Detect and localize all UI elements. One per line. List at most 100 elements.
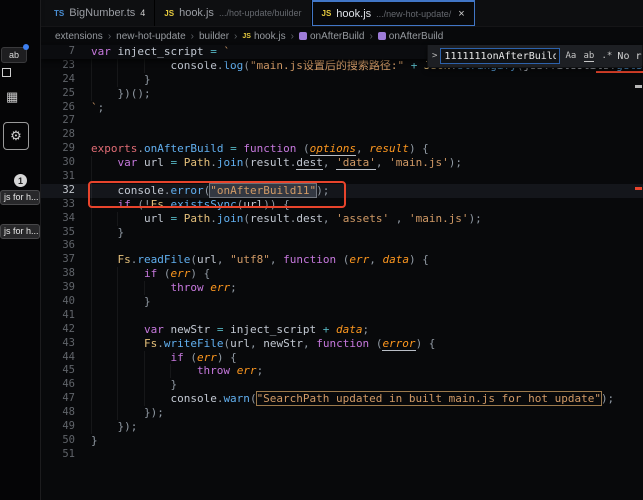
line-number[interactable]: 35 — [41, 226, 91, 240]
code-line-47[interactable]: 47 console.warn("SearchPath updated in bu… — [41, 391, 643, 407]
line-number[interactable]: 40 — [41, 295, 91, 309]
code-line-46[interactable]: 46} — [41, 378, 643, 392]
code-line-31[interactable]: 31 — [41, 170, 643, 184]
code-line-36[interactable]: 36 — [41, 239, 643, 253]
code-line-42[interactable]: 42 var newStr = inject_script + data; — [41, 323, 643, 337]
line-number[interactable]: 43 — [41, 337, 91, 351]
tab-bignumber-ts[interactable]: TS BigNumber.ts 4 — [45, 0, 156, 26]
indent-guide — [117, 212, 143, 226]
code-line-50[interactable]: 50} — [41, 434, 643, 448]
code-line-37[interactable]: 37 Fs.readFile(url, "utf8", function (err… — [41, 253, 643, 267]
line-number[interactable]: 24 — [41, 73, 91, 87]
line-code: } — [91, 73, 643, 87]
line-number[interactable]: 45 — [41, 364, 91, 378]
pill-label-top[interactable]: js for h... — [0, 190, 40, 205]
code-line-28[interactable]: 28 — [41, 128, 643, 142]
code-line-33[interactable]: 33 if (!Fs.existsSync(url)) { — [41, 198, 643, 212]
breadcrumb-item-new-hot-update[interactable]: new-hot-update — [116, 31, 186, 42]
line-number[interactable]: 7 — [41, 45, 91, 59]
grid-icon[interactable]: ▦ — [6, 90, 18, 104]
editor-group: TS BigNumber.ts 4 JS hook.js .../hot-upd… — [41, 0, 643, 500]
tab-hook-js-new-hot-update[interactable]: JS hook.js .../new-hot-update/ × — [311, 0, 475, 26]
code-area[interactable]: 23console.log("main.js设置后的搜索路径:" + JSON.… — [41, 59, 643, 462]
line-number[interactable]: 23 — [41, 59, 91, 73]
code-line-45[interactable]: 45 throw err; — [41, 364, 643, 378]
code-line-29[interactable]: 29 exports.onAfterBuild = function (optio… — [41, 142, 643, 157]
line-number[interactable]: 26 — [41, 101, 91, 115]
code-line-41[interactable]: 41 — [41, 309, 643, 323]
code-line-49[interactable]: 49}); — [41, 420, 643, 434]
line-code: console.error("onAfterBuild11"); — [91, 182, 643, 198]
code-line-44[interactable]: 44 if (err) { — [41, 351, 643, 365]
code-line-24[interactable]: 24} — [41, 73, 643, 87]
line-number[interactable]: 27 — [41, 114, 91, 128]
line-number[interactable]: 33 — [41, 198, 91, 212]
code-line-51[interactable]: 51 — [41, 448, 643, 462]
match-case-toggle[interactable]: Aa — [563, 49, 578, 64]
toggle-replace-chevron-icon[interactable]: > — [432, 51, 437, 61]
line-number[interactable]: 44 — [41, 351, 91, 365]
line-number[interactable]: 48 — [41, 406, 91, 420]
close-icon[interactable]: × — [458, 8, 464, 20]
code-line-27[interactable]: 27 — [41, 114, 643, 128]
line-number[interactable]: 39 — [41, 281, 91, 295]
breadcrumb-item-onafterbuild-2[interactable]: onAfterBuild — [377, 31, 443, 42]
overview-ruler-mark — [635, 187, 642, 190]
line-code: throw err; — [91, 281, 643, 295]
find-input[interactable] — [440, 48, 561, 64]
breadcrumb-item-extensions[interactable]: extensions — [55, 31, 103, 42]
line-number[interactable]: 38 — [41, 267, 91, 281]
line-number[interactable]: 28 — [41, 128, 91, 142]
line-number[interactable]: 49 — [41, 420, 91, 434]
blue-dot-badge — [23, 44, 29, 50]
line-code: var url = Path.join(result.dest, 'data',… — [91, 156, 643, 171]
indent-guide — [91, 420, 117, 434]
small-icon[interactable] — [2, 68, 11, 77]
line-number[interactable]: 42 — [41, 323, 91, 337]
tab-hook-js-builder[interactable]: JS hook.js .../hot-update/builder — [155, 0, 312, 26]
settings-gear-button[interactable]: ⚙ — [3, 122, 29, 150]
code-line-43[interactable]: 43 Fs.writeFile(url, newStr, function (er… — [41, 336, 643, 351]
line-code: Fs.readFile(url, "utf8", function (err, … — [91, 253, 643, 267]
code-line-38[interactable]: 38 if (err) { — [41, 267, 643, 281]
indent-guide — [91, 73, 117, 87]
tab-path-description: .../new-hot-update/ — [376, 8, 452, 19]
left-strip: ab ▦ ⚙ 1 js for h... js for h... — [0, 0, 41, 500]
line-number[interactable]: 51 — [41, 448, 91, 462]
breadcrumb-item-onafterbuild-1[interactable]: onAfterBuild — [298, 31, 364, 42]
line-number[interactable]: 46 — [41, 378, 91, 392]
line-number[interactable]: 31 — [41, 170, 91, 184]
line-number[interactable]: 50 — [41, 434, 91, 448]
vscode-window: ab ▦ ⚙ 1 js for h... js for h... TS BigN… — [0, 0, 643, 500]
line-number[interactable]: 37 — [41, 253, 91, 267]
whole-word-chip[interactable]: ab — [1, 44, 29, 63]
line-code: var newStr = inject_script + data; — [91, 323, 643, 337]
line-number[interactable]: 47 — [41, 392, 91, 406]
typescript-file-icon: TS — [54, 8, 65, 18]
line-number[interactable]: 34 — [41, 212, 91, 226]
code-line-40[interactable]: 40} — [41, 295, 643, 309]
line-code — [91, 239, 643, 253]
code-line-32[interactable]: 32 console.error("onAfterBuild11"); — [41, 182, 643, 198]
line-number[interactable]: 29 — [41, 142, 91, 156]
line-number[interactable]: 25 — [41, 87, 91, 101]
code-line-39[interactable]: 39 throw err; — [41, 281, 643, 295]
code-line-25[interactable]: 25})(); — [41, 87, 643, 101]
code-line-35[interactable]: 35} — [41, 226, 643, 240]
line-number[interactable]: 32 — [41, 184, 91, 198]
breadcrumb-item-builder[interactable]: builder — [199, 31, 229, 42]
breadcrumb-item-hook-js[interactable]: JS hook.js — [242, 31, 285, 42]
code-line-34[interactable]: 34 url = Path.join(result.dest, 'assets' … — [41, 212, 643, 226]
editor[interactable]: 7 var inject_script = ` 23 console.log("ma… — [41, 45, 643, 500]
code-line-30[interactable]: 30 var url = Path.join(result.dest, 'data… — [41, 156, 643, 171]
line-number[interactable]: 41 — [41, 309, 91, 323]
pill-label-bottom[interactable]: js for h... — [0, 224, 40, 239]
regex-toggle[interactable]: .* — [599, 49, 614, 64]
code-line-26[interactable]: 26 `; — [41, 101, 643, 115]
code-line-48[interactable]: 48}); — [41, 406, 643, 420]
indent-guide — [144, 378, 170, 392]
indent-guide — [117, 406, 143, 420]
whole-word-toggle[interactable]: ab — [581, 49, 596, 64]
line-number[interactable]: 36 — [41, 239, 91, 253]
line-number[interactable]: 30 — [41, 156, 91, 170]
